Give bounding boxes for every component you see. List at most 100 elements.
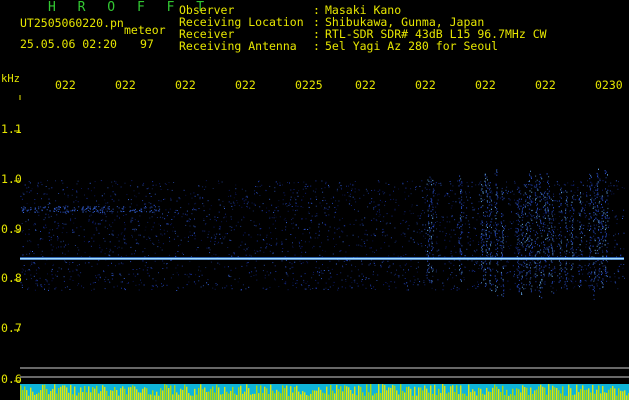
noise-dot [125, 243, 127, 245]
noise-dot [300, 263, 302, 265]
noise-dot [148, 202, 150, 204]
noise-dot [247, 247, 249, 248]
noise-dot [195, 274, 197, 276]
echo-dot [541, 199, 542, 201]
level-bar [408, 386, 410, 400]
noise-dot [591, 284, 593, 286]
noise-dot [549, 231, 551, 233]
echo-dot [594, 240, 596, 242]
echo-dot [565, 222, 567, 224]
noise-dot [292, 245, 294, 247]
level-bar [382, 384, 384, 400]
echo-dot [561, 270, 562, 272]
noise-dot [329, 226, 331, 228]
noise-dot [381, 261, 383, 263]
noise-dot [88, 241, 90, 242]
noise-dot [381, 201, 383, 203]
noise-dot [478, 241, 480, 243]
noise-dot [617, 288, 619, 290]
echo-dot [561, 220, 563, 222]
echo-dot [593, 192, 595, 194]
noise-dot [117, 234, 119, 236]
level-bar [488, 391, 490, 400]
echo-dot [523, 284, 525, 286]
noise-dot [393, 274, 395, 276]
echo-dot [600, 229, 602, 231]
echo-dot [534, 262, 536, 264]
noise-dot [38, 214, 40, 216]
level-bar [454, 391, 456, 400]
noise-dot [65, 244, 67, 246]
level-bar [36, 393, 38, 400]
noise-dot [243, 248, 245, 250]
noise-dot [241, 265, 243, 267]
noise-dot [285, 229, 286, 231]
echo-dot [598, 244, 600, 246]
noise-dot [317, 237, 319, 239]
echo-dot [550, 198, 552, 200]
noise-dot [98, 206, 100, 208]
level-bar [510, 394, 512, 400]
level-bar [164, 384, 166, 400]
noise-dot [559, 196, 561, 198]
noise-dot [250, 220, 252, 221]
echo-dot [429, 231, 431, 233]
frequency-unit-label: kHz [1, 73, 20, 85]
noise-dot [245, 196, 247, 198]
noise-dot [556, 245, 558, 247]
level-bar [294, 387, 296, 400]
noise-dot [384, 242, 386, 244]
noise-dot [580, 215, 582, 217]
noise-dot [382, 220, 384, 222]
noise-dot [123, 207, 125, 209]
noise-dot [55, 207, 57, 209]
noise-dot [435, 206, 437, 208]
noise-dot [148, 236, 150, 238]
noise-dot [194, 226, 196, 228]
noise-dot [354, 198, 356, 200]
noise-dot [245, 254, 247, 256]
echo-dot [432, 192, 434, 194]
noise-dot [254, 190, 256, 192]
noise-dot [390, 272, 392, 274]
noise-dot [463, 202, 465, 204]
echo-dot [481, 220, 483, 222]
noise-dot [495, 183, 497, 185]
echo-dot [551, 291, 553, 293]
echo-dot [535, 242, 536, 244]
echo-dot [534, 273, 536, 275]
echo-dot [589, 276, 590, 278]
noise-dot [76, 191, 78, 193]
noise-dot [554, 268, 556, 270]
echo-dot [525, 265, 527, 267]
echo-dot [560, 231, 562, 233]
noise-dot [51, 270, 53, 272]
echo-dot [551, 225, 552, 227]
echo-dot [601, 210, 603, 213]
capture-datetime: 25.05.06 02:20 [20, 37, 117, 51]
noise-dot [155, 280, 157, 282]
noise-dot [411, 206, 413, 208]
echo-dot [490, 260, 492, 262]
noise-dot [553, 193, 554, 195]
noise-dot [265, 247, 267, 249]
noise-dot [550, 247, 552, 249]
level-bar [138, 392, 140, 400]
noise-dot [446, 221, 448, 223]
noise-dot [321, 188, 323, 190]
noise-dot [53, 263, 55, 265]
level-bar [484, 394, 486, 400]
echo-dot [427, 234, 429, 236]
noise-dot [194, 238, 196, 240]
noise-dot [295, 282, 296, 284]
echo-dot [517, 230, 519, 232]
echo-dot [565, 264, 567, 266]
noise-dot [200, 286, 202, 288]
noise-dot [53, 234, 55, 236]
noise-dot [444, 239, 446, 241]
noise-dot [514, 252, 516, 254]
noise-dot [586, 195, 588, 197]
level-bar [172, 394, 174, 400]
echo-dot [581, 241, 583, 243]
level-bar [602, 386, 604, 400]
